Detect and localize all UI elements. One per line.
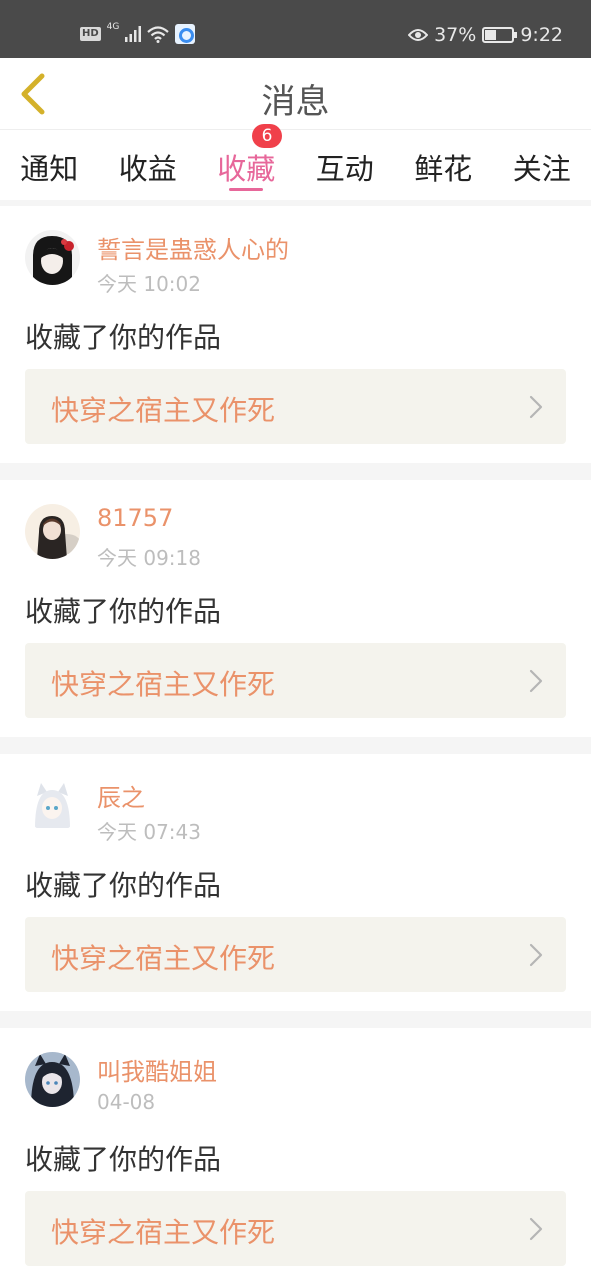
battery-percent: 37% [434, 24, 477, 46]
card-separator [0, 737, 591, 754]
work-link[interactable]: 快穿之宿主又作死 [25, 643, 566, 718]
tab-flowers[interactable]: 鲜花 [394, 130, 493, 200]
tab-bar: 通知 收益 收藏 6 互动 鲜花 关注 [0, 124, 591, 200]
chevron-right-icon [529, 943, 543, 967]
active-tab-indicator [229, 188, 264, 191]
battery-icon [482, 27, 518, 43]
unread-badge: 6 [252, 124, 282, 148]
timestamp: 04-08 [97, 1090, 156, 1114]
chevron-right-icon [529, 1217, 543, 1241]
status-bar: HD 4G 37% 9:22 [0, 0, 591, 58]
tab-notifications[interactable]: 通知 [0, 130, 99, 200]
tab-label: 收益 [118, 152, 177, 186]
status-left: HD 4G [80, 21, 196, 44]
tab-interactions[interactable]: 互动 [296, 130, 395, 200]
timestamp: 今天 07:43 [97, 820, 201, 844]
avatar-image [25, 778, 80, 833]
work-title: 快穿之宿主又作死 [51, 1216, 276, 1249]
work-title: 快穿之宿主又作死 [51, 942, 276, 975]
tab-label: 收藏 [217, 152, 276, 186]
avatar-image [25, 1052, 80, 1107]
message-card: 辰之 今天 07:43 收藏了你的作品 快穿之宿主又作死 [0, 754, 591, 1011]
action-text: 收藏了你的作品 [25, 869, 222, 902]
tab-label: 互动 [315, 152, 374, 186]
timestamp: 今天 10:02 [97, 272, 201, 296]
work-link[interactable]: 快穿之宿主又作死 [25, 1191, 566, 1266]
network-type: 4G [106, 21, 120, 32]
message-card: 誓言是蛊惑人心的 今天 10:02 收藏了你的作品 快穿之宿主又作死 [0, 206, 591, 463]
tab-earnings[interactable]: 收益 [99, 130, 198, 200]
battery-level [485, 30, 496, 40]
tab-favorites[interactable]: 收藏 6 [197, 124, 296, 200]
message-feed: 誓言是蛊惑人心的 今天 10:02 收藏了你的作品 快穿之宿主又作死 81757… [0, 206, 591, 1280]
tab-label: 鲜花 [414, 152, 473, 186]
username[interactable]: 叫我酷姐姐 [97, 1052, 217, 1087]
status-right: 37% 9:22 [408, 24, 563, 46]
action-text: 收藏了你的作品 [25, 595, 222, 628]
wifi-icon [147, 25, 170, 43]
eye-icon [408, 29, 429, 41]
work-title: 快穿之宿主又作死 [51, 394, 276, 427]
timestamp: 今天 09:18 [97, 546, 201, 570]
app-notification-icon [175, 24, 196, 44]
avatar-image [25, 504, 80, 559]
clock: 9:22 [520, 24, 563, 46]
title-bar: 消息 [0, 58, 591, 130]
tab-label: 通知 [20, 152, 79, 186]
action-text: 收藏了你的作品 [25, 321, 222, 354]
hd-indicator: HD [80, 27, 101, 41]
card-separator [0, 1011, 591, 1028]
action-text: 收藏了你的作品 [25, 1143, 222, 1176]
work-link[interactable]: 快穿之宿主又作死 [25, 917, 566, 992]
avatar[interactable] [25, 1052, 80, 1107]
tab-label: 关注 [512, 152, 571, 186]
work-title: 快穿之宿主又作死 [51, 668, 276, 701]
work-link[interactable]: 快穿之宿主又作死 [25, 369, 566, 444]
avatar[interactable] [25, 230, 80, 285]
avatar[interactable] [25, 504, 80, 559]
message-card: 叫我酷姐姐 04-08 收藏了你的作品 快穿之宿主又作死 [0, 1028, 591, 1280]
chevron-right-icon [529, 669, 543, 693]
chevron-right-icon [529, 395, 543, 419]
card-separator [0, 463, 591, 480]
tab-following[interactable]: 关注 [493, 130, 591, 200]
page-title: 消息 [261, 82, 330, 122]
avatar[interactable] [25, 778, 80, 833]
signal-icon [125, 26, 142, 42]
username[interactable]: 81757 [97, 504, 173, 532]
username[interactable]: 辰之 [97, 778, 145, 813]
username[interactable]: 誓言是蛊惑人心的 [97, 230, 289, 265]
message-card: 81757 今天 09:18 收藏了你的作品 快穿之宿主又作死 [0, 480, 591, 737]
avatar-image [25, 230, 80, 285]
